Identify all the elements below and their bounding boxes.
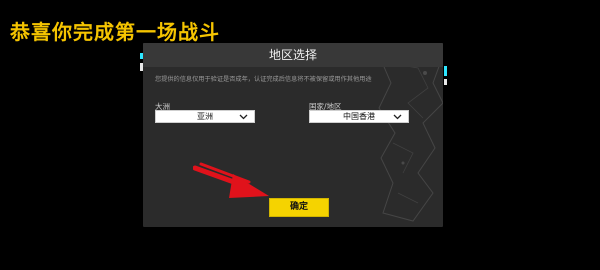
chevron-down-icon <box>239 114 248 120</box>
confirm-button[interactable]: 确定 <box>269 198 329 217</box>
chevron-down-icon <box>393 114 402 120</box>
pointer-arrow-icon <box>193 162 269 198</box>
map-texture-decoration <box>377 47 443 222</box>
region-value: 中国香港 <box>343 112 375 121</box>
dialog-title: 地区选择 <box>143 43 443 67</box>
continent-select[interactable]: 亚洲 <box>155 110 255 123</box>
congratulations-banner: 恭喜你完成第一场战斗 <box>10 20 220 44</box>
glitch-accent-right <box>444 66 447 101</box>
privacy-notice: 您提供的信息仅用于验证是否成年，认证完成后信息将不被保留或用作其他用途 <box>155 76 372 83</box>
region-select[interactable]: 中国香港 <box>309 110 409 123</box>
region-select-dialog: 地区选择 您提供的信息仅用于验证是否成年，认证完成后信息将不被保留或用作其他用途… <box>143 43 443 227</box>
continent-value: 亚洲 <box>197 112 213 121</box>
